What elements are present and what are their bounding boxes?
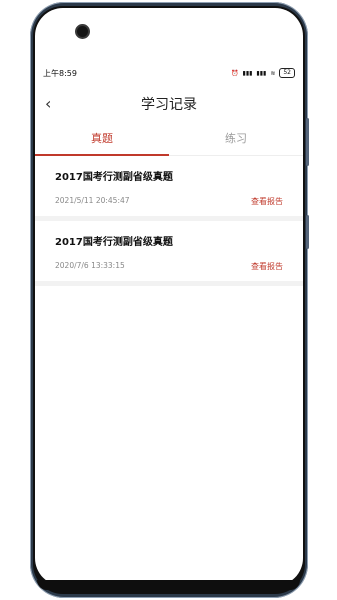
tab-lianxi[interactable]: 练习 <box>169 121 303 155</box>
view-report-link[interactable]: 查看报告 <box>251 196 283 207</box>
status-bar: 上午8:59 ⏰ ▮▮▮ ▮▮▮ ≋ 52 <box>43 66 295 80</box>
front-camera <box>75 24 90 39</box>
signal-icon: ▮▮▮ <box>242 69 253 77</box>
chevron-left-icon[interactable]: ‹ <box>45 94 51 113</box>
page-title: 学习记录 <box>141 97 197 113</box>
battery-indicator: 52 <box>279 68 295 78</box>
record-time: 2021/5/11 20:45:47 <box>55 196 130 205</box>
alarm-icon: ⏰ <box>231 69 239 77</box>
record-item[interactable]: 2017国考行测副省级真题 2021/5/11 20:45:47 查看报告 <box>35 156 303 216</box>
record-title: 2017国考行测副省级真题 <box>55 172 173 183</box>
record-time: 2020/7/6 13:33:15 <box>55 261 125 270</box>
power-button <box>306 215 309 249</box>
screen: 上午8:59 ⏰ ▮▮▮ ▮▮▮ ≋ 52 ‹ 学习记录 真题 练习 2017国… <box>35 8 303 586</box>
tab-bar: 真题 练习 <box>35 121 303 156</box>
tab-zhenti[interactable]: 真题 <box>35 121 169 156</box>
view-report-link[interactable]: 查看报告 <box>251 261 283 272</box>
signal-icon-2: ▮▮▮ <box>256 69 267 77</box>
divider <box>35 281 303 286</box>
record-item[interactable]: 2017国考行测副省级真题 2020/7/6 13:33:15 查看报告 <box>35 221 303 281</box>
status-icons: ⏰ ▮▮▮ ▮▮▮ ≋ 52 <box>231 68 295 78</box>
volume-button <box>306 118 309 166</box>
phone-chin <box>37 580 300 590</box>
record-title: 2017国考行测副省级真题 <box>55 237 173 248</box>
status-time: 上午8:59 <box>43 68 77 78</box>
wifi-icon: ≋ <box>270 69 276 77</box>
page-header: ‹ 学习记录 <box>35 91 303 117</box>
